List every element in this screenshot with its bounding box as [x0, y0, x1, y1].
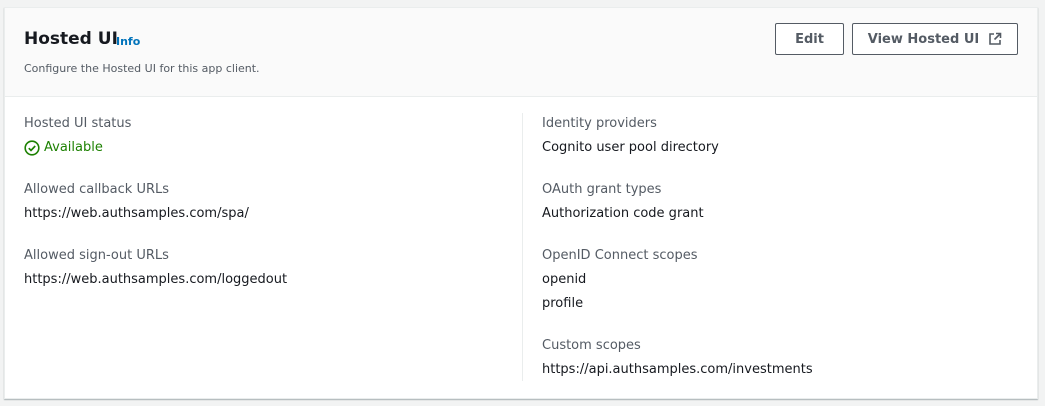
callback-urls-value: https://web.authsamples.com/spa/ [24, 206, 249, 221]
external-link-icon [988, 32, 1002, 46]
custom-scopes-value: https://api.authsamples.com/investments [542, 362, 813, 377]
view-hosted-ui-button[interactable]: View Hosted UI [852, 23, 1018, 55]
signout-urls-label: Allowed sign-out URLs [24, 248, 169, 263]
callback-urls-label: Allowed callback URLs [24, 182, 170, 197]
oidc-scope-item: openid [542, 272, 587, 287]
panel-title: Hosted UI [24, 29, 118, 49]
view-hosted-ui-label: View Hosted UI [867, 31, 980, 47]
signout-urls-value: https://web.authsamples.com/loggedout [24, 272, 288, 287]
panel-header: Hosted UI Info Configure the Hosted UI f… [5, 8, 1037, 97]
check-circle-icon [24, 140, 44, 156]
status-value: Available [44, 140, 103, 155]
oauth-grant-types-value: Authorization code grant [542, 206, 704, 221]
info-link[interactable]: Info [116, 35, 140, 49]
edit-button-label: Edit [795, 31, 824, 47]
custom-scopes-label: Custom scopes [542, 338, 641, 353]
edit-button[interactable]: Edit [775, 23, 844, 55]
hosted-ui-status-label: Hosted UI status [24, 116, 132, 131]
panel-description: Configure the Hosted UI for this app cli… [24, 62, 260, 75]
oauth-grant-types-label: OAuth grant types [542, 182, 662, 197]
hosted-ui-panel: Hosted UI Info Configure the Hosted UI f… [4, 7, 1038, 399]
identity-providers-value: Cognito user pool directory [542, 140, 719, 155]
column-divider [522, 113, 523, 381]
identity-providers-label: Identity providers [542, 116, 657, 131]
oidc-scopes-label: OpenID Connect scopes [542, 248, 698, 263]
oidc-scope-item: profile [542, 296, 584, 311]
status-badge: Available [24, 139, 103, 157]
